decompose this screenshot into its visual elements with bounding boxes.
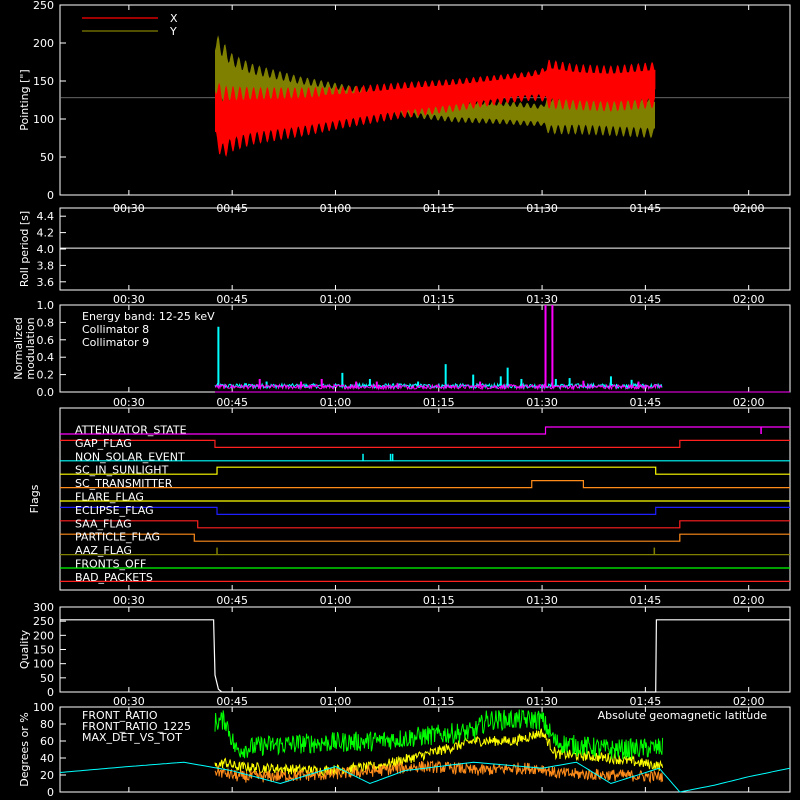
time-tick-label: 01:45 (630, 293, 662, 306)
y-tick-label: 250 (33, 615, 54, 628)
time-tick-label: 00:45 (216, 293, 248, 306)
time-tick-label: 01:00 (320, 293, 352, 306)
flag-label: GAP_FLAG (75, 437, 132, 450)
quality-line (60, 619, 790, 693)
flag-label: ECLIPSE_FLAG (75, 504, 154, 517)
geomagnetic-latitude-label: Absolute geomagnetic latitude (598, 709, 768, 722)
y-tick-label: 20 (40, 769, 54, 782)
y-tick-label: 0.6 (37, 334, 55, 347)
time-tick-label: 02:00 (733, 594, 765, 607)
flag-line (60, 506, 790, 515)
legend-label: Collimator 9 (82, 336, 149, 349)
time-tick-label: 02:00 (733, 695, 765, 708)
flag-label: SC_TRANSMITTER (75, 477, 173, 490)
y-tick-label: 0.8 (37, 316, 55, 329)
panel-2: 00:30 00:45 01:00 01:15 01:30 01:45 02:00 3.6 3.… (18, 207, 791, 306)
flag-line (60, 533, 790, 542)
flag-line (60, 466, 790, 475)
time-tick-label: 01:30 (526, 594, 558, 607)
flag-label: AAZ_FLAG (75, 544, 132, 557)
y-tick-label: 40 (40, 752, 54, 765)
time-tick-label: 01:45 (630, 396, 662, 409)
flag-label: PARTICLE_FLAG (75, 531, 160, 544)
panel-5: 00:30 00:45 01:00 01:15 01:30 01:45 02:00 05010… (18, 601, 791, 708)
y-axis-label: modulation (24, 317, 37, 379)
time-tick-label: 02:00 (733, 396, 765, 409)
time-tick-label: 01:15 (423, 695, 455, 708)
y-tick-label: 150 (33, 75, 54, 88)
time-tick-label: 00:45 (216, 695, 248, 708)
flag-label: SC_IN_SUNLIGHT (75, 464, 169, 477)
legend-label: X (170, 12, 178, 25)
flag-line (60, 439, 790, 448)
y-tick-label: 0 (47, 686, 54, 699)
y-axis-label: Pointing ["] (18, 69, 31, 130)
time-tick-label: 00:45 (216, 396, 248, 409)
y-tick-label: 100 (33, 113, 54, 126)
legend-label: MAX_DET_VS_TOT (82, 731, 182, 744)
y-tick-label: 50 (40, 151, 54, 164)
y-tick-label: 1.0 (37, 299, 55, 312)
y-tick-label: 0.2 (37, 369, 55, 382)
y-tick-label: 150 (33, 644, 54, 657)
y-tick-label: 4.0 (37, 243, 55, 256)
legend-label: Y (169, 25, 177, 38)
y-tick-label: 200 (33, 629, 54, 642)
time-tick-label: 01:30 (526, 695, 558, 708)
y-tick-label: 4.2 (37, 227, 55, 240)
flag-label: ATTENUATOR_STATE (75, 424, 187, 437)
y-tick-label: 50 (40, 672, 54, 685)
time-tick-label: 00:30 (113, 396, 145, 409)
y-tick-label: 100 (33, 701, 54, 714)
y-axis-label: Flags (28, 484, 41, 513)
y-tick-label: 0 (47, 189, 54, 202)
time-tick-label: 01:00 (320, 396, 352, 409)
y-tick-label: 3.6 (37, 276, 55, 289)
time-tick-label: 01:15 (423, 396, 455, 409)
time-tick-label: 01:30 (526, 293, 558, 306)
flag-label: FLARE_FLAG (75, 491, 144, 504)
flag-label: NON_SOLAR_EVENT (75, 450, 185, 463)
y-axis-label: Roll period [s] (18, 211, 31, 287)
chart-canvas: 00:30 00:45 01:00 01:15 01:30 01:45 02:0005010… (12, 0, 791, 799)
y-tick-label: 80 (40, 718, 54, 731)
time-tick-label: 01:45 (630, 594, 662, 607)
y-axis-label: Degrees or % (18, 712, 31, 786)
time-tick-label: 02:00 (733, 293, 765, 306)
time-tick-label: 00:30 (113, 293, 145, 306)
legend-label: Collimator 8 (82, 323, 149, 336)
panel-4: 00:30 00:45 01:00 01:15 01:30 01:45 02:00 Flags… (28, 407, 791, 607)
y-tick-label: 3.8 (37, 259, 55, 272)
panel-6: 020406080100Degrees or % FRONT_RATIOFRONT… (18, 701, 791, 799)
panel-1: 00:30 00:45 01:00 01:15 01:30 01:45 02:0005010… (18, 0, 791, 215)
flag-label: BAD_PACKETS (75, 571, 153, 584)
time-tick-label: 01:45 (630, 695, 662, 708)
y-tick-label: 300 (33, 601, 54, 614)
time-tick-label: 01:30 (526, 396, 558, 409)
y-tick-label: 0.4 (37, 351, 55, 364)
flag-label: SAA_FLAG (75, 517, 132, 530)
y-axis-label: Quality (18, 629, 31, 669)
panel-frame (59, 207, 791, 291)
time-tick-label: 01:00 (320, 695, 352, 708)
y-tick-label: 0.0 (37, 386, 55, 399)
time-tick-label: 00:45 (216, 594, 248, 607)
time-tick-label: 01:15 (423, 594, 455, 607)
flag-line (60, 520, 790, 529)
y-tick-label: 60 (40, 735, 54, 748)
panel-3: 00:30 00:45 01:00 01:15 01:30 01:45 02:00 0.0 0.… (12, 299, 791, 409)
y-tick-label: 0 (47, 786, 54, 799)
y-tick-label: 100 (33, 658, 54, 671)
y-tick-label: 4.4 (37, 210, 55, 223)
time-tick-label: 00:30 (113, 695, 145, 708)
time-tick-label: 01:00 (320, 594, 352, 607)
flag-label: FRONTS_OFF (75, 558, 146, 571)
time-tick-label: 01:15 (423, 293, 455, 306)
energy-band-label: Energy band: 12-25 keV (82, 310, 215, 323)
y-tick-label: 250 (33, 0, 54, 12)
time-tick-label: 00:30 (113, 594, 145, 607)
y-tick-label: 200 (33, 37, 54, 50)
